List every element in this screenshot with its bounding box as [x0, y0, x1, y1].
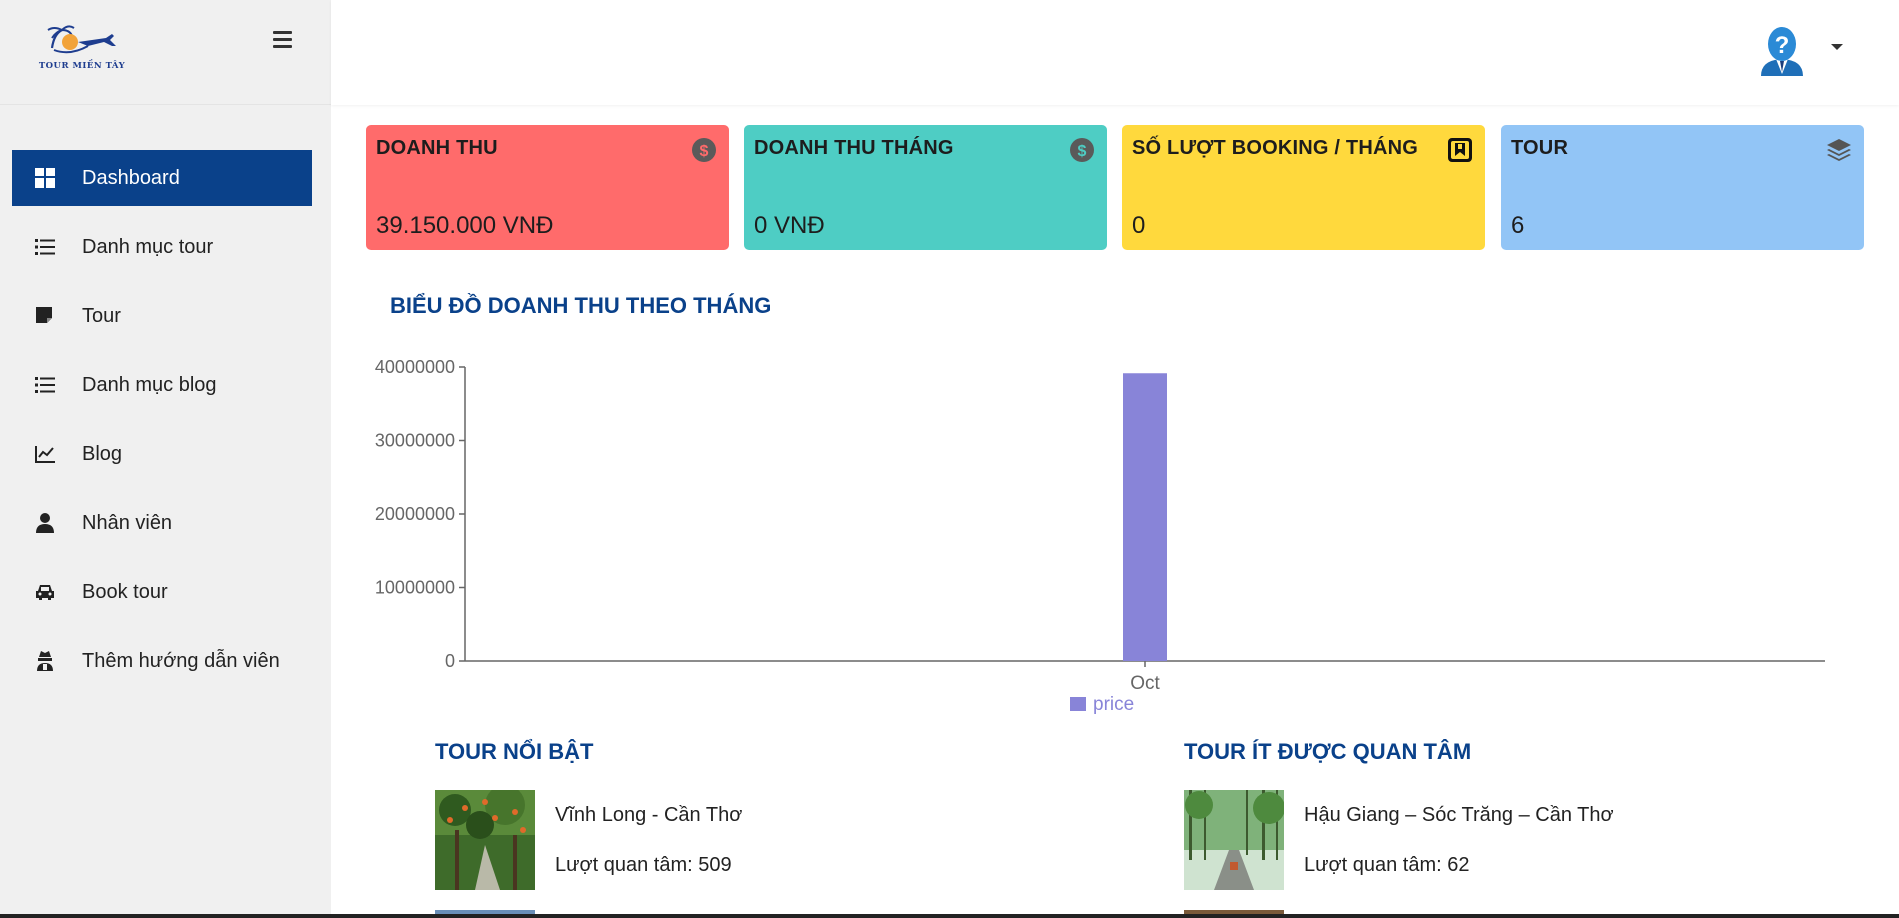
dollar-circle-icon: $	[1069, 137, 1095, 163]
car-icon	[34, 581, 56, 603]
sidebar-item-book-tour[interactable]: Book tour	[12, 564, 312, 620]
list-item[interactable]: Vĩnh Long - Cần Thơ Lượt quan tâm: 509	[435, 790, 935, 890]
sidebar-item-label: Nhân viên	[82, 511, 173, 534]
tour-thumbnail[interactable]	[435, 790, 535, 890]
y-tick-label: 20000000	[375, 504, 455, 524]
bar	[1123, 373, 1167, 661]
top-header: ?	[331, 0, 1899, 105]
sidebar-nav: Dashboard Danh mục tour Tour Danh mục bl…	[12, 150, 312, 702]
logo-graphic	[47, 25, 116, 54]
list-item[interactable]: Hậu Giang – Sóc Trăng – Cần Thơ Lượt qua…	[1184, 790, 1784, 890]
card-value: 0	[1132, 212, 1146, 239]
sidebar-item-them-huong-dan-vien[interactable]: Thêm hướng dẫn viên	[12, 633, 312, 689]
card-value: 0 VNĐ	[754, 212, 825, 239]
x-tick-label: Oct	[1130, 673, 1160, 694]
chart-line-icon	[34, 443, 56, 465]
sidebar-item-label: Dashboard	[82, 166, 180, 189]
svg-text:?: ?	[1775, 32, 1790, 59]
sticky-note-icon	[34, 305, 56, 327]
card-title: DOANH THU THÁNG	[754, 137, 954, 159]
y-tick-label: 40000000	[375, 357, 455, 377]
chevron-down-icon[interactable]	[1831, 44, 1843, 50]
sidebar-item-label: Danh mục tour	[82, 235, 214, 258]
card-monthly-revenue: DOANH THU THÁNG 0 VNĐ $	[744, 125, 1107, 250]
sidebar-item-dashboard[interactable]: Dashboard	[12, 150, 312, 206]
card-title: DOANH THU	[376, 137, 498, 159]
y-tick-label: 30000000	[375, 431, 455, 451]
sidebar-item-label: Tour	[82, 304, 121, 327]
card-title: SỐ LƯỢT BOOKING / THÁNG	[1132, 137, 1419, 159]
sidebar-item-label: Danh mục blog	[82, 373, 217, 396]
logo-area: TOUR MIỀN TÂY	[0, 0, 331, 105]
legend-label: price	[1093, 694, 1134, 715]
card-title: TOUR	[1511, 137, 1569, 159]
svg-text:$: $	[700, 143, 709, 160]
sidebar-item-blog[interactable]: Blog	[12, 426, 312, 482]
tour-name[interactable]: Hậu Giang – Sóc Trăng – Cần Thơ	[1304, 804, 1614, 827]
logo-text: TOUR MIỀN TÂY	[38, 61, 126, 71]
bottom-divider	[0, 914, 1899, 918]
dollar-circle-icon: $	[691, 137, 717, 163]
card-revenue: DOANH THU 39.150.000 VNĐ $	[366, 125, 729, 250]
logo[interactable]: TOUR MIỀN TÂY	[32, 24, 132, 74]
revenue-chart-svg: 0 10000000 20000000 30000000 40000000 Octpric…	[375, 357, 1825, 715]
card-tour-count: TOUR 6	[1501, 125, 1864, 250]
tour-views: Lượt quan tâm: 62	[1304, 854, 1470, 876]
revenue-chart: 0 10000000 20000000 30000000 40000000 Oct pric…	[355, 355, 1835, 735]
user-icon	[34, 512, 56, 534]
tour-name[interactable]: Vĩnh Long - Cần Thơ	[555, 804, 742, 827]
featured-tours-title: TOUR NỔI BẬT	[435, 739, 594, 764]
chart-title: BIỂU ĐỒ DOANH THU THEO THÁNG	[390, 293, 772, 318]
sidebar-item-label: Thêm hướng dẫn viên	[82, 649, 280, 672]
y-tick-label: 10000000	[375, 578, 455, 598]
list-icon	[34, 374, 56, 396]
menu-toggle-icon[interactable]	[270, 31, 296, 53]
sidebar-item-label: Book tour	[82, 580, 168, 603]
sidebar-item-nhan-vien[interactable]: Nhân viên	[12, 495, 312, 551]
avatar-icon[interactable]: ?	[1759, 26, 1805, 76]
tour-thumbnail[interactable]	[1184, 790, 1284, 890]
tour-views: Lượt quan tâm: 509	[555, 854, 732, 876]
list-icon	[34, 236, 56, 258]
sidebar-item-label: Blog	[82, 442, 123, 465]
sidebar: TOUR MIỀN TÂY Dashboard Danh mục tour To…	[0, 0, 331, 918]
card-bookings-per-month: SỐ LƯỢT BOOKING / THÁNG 0	[1122, 125, 1485, 250]
legend-swatch	[1070, 697, 1086, 711]
y-tick-label: 0	[445, 651, 455, 671]
sidebar-item-tour[interactable]: Tour	[12, 288, 312, 344]
layers-icon	[1826, 137, 1852, 163]
svg-text:$: $	[1078, 143, 1087, 160]
user-secret-icon	[34, 650, 56, 672]
sidebar-item-danh-muc-blog[interactable]: Danh mục blog	[12, 357, 312, 413]
least-tours-title: TOUR ÍT ĐƯỢC QUAN TÂM	[1184, 739, 1472, 764]
booking-icon	[1447, 137, 1473, 163]
card-value: 6	[1511, 212, 1525, 239]
sidebar-item-danh-muc-tour[interactable]: Danh mục tour	[12, 219, 312, 275]
card-value: 39.150.000 VNĐ	[376, 212, 554, 239]
grid-icon	[34, 167, 56, 189]
